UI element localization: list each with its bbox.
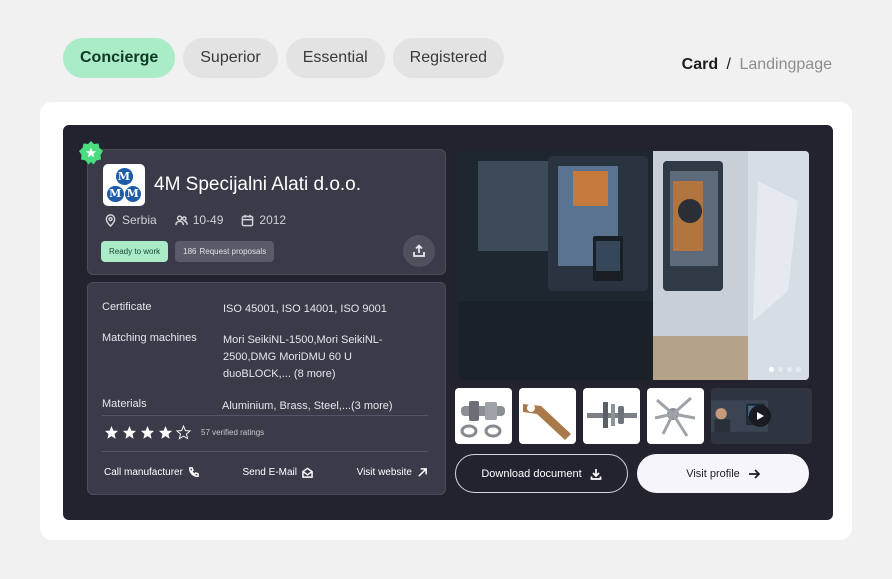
divider xyxy=(102,451,428,452)
breadcrumb-link-landingpage[interactable]: Landingpage xyxy=(739,56,832,73)
founded-text: 2012 xyxy=(259,213,287,227)
featured-star-badge-icon xyxy=(78,140,104,166)
star-empty-icon xyxy=(176,425,191,440)
machines-value: Mori SeikiNL-1500,Mori SeikiNL-2500,DMG … xyxy=(223,334,383,380)
certificate-value: ISO 45001, ISO 14001, ISO 9001 xyxy=(223,303,387,315)
tier-tabs: Concierge Superior Essential Registered xyxy=(63,38,505,78)
breadcrumb: Card / Landingpage xyxy=(682,56,832,74)
thumbnail-1[interactable] xyxy=(455,388,512,444)
breadcrumb-separator: / xyxy=(726,56,731,73)
pagination-dot[interactable] xyxy=(769,367,774,372)
cnc-machine-image xyxy=(458,151,809,380)
send-email-link[interactable]: Send E-Mail xyxy=(243,467,313,478)
logo-letter: M xyxy=(124,185,141,202)
gallery-main-image[interactable] xyxy=(458,151,809,380)
mail-icon xyxy=(302,467,313,478)
phone-icon xyxy=(189,467,199,477)
tab-concierge[interactable]: Concierge xyxy=(63,38,176,78)
email-label: Send E-Mail xyxy=(242,467,297,478)
breadcrumb-current: Card xyxy=(681,56,719,73)
external-arrow-icon xyxy=(418,468,427,477)
tab-essential[interactable]: Essential xyxy=(285,38,385,78)
proposals-count: 186 xyxy=(183,247,197,256)
company-header-panel: M M M 4M Specijalni Alati d.o.o. Serbia … xyxy=(87,149,446,275)
thumbnail-2[interactable] xyxy=(519,388,576,444)
download-icon xyxy=(590,468,601,480)
gallery-pagination xyxy=(769,367,801,372)
brass-part-image xyxy=(523,404,571,440)
thumbnail-4[interactable] xyxy=(647,388,704,444)
meta-country: Serbia xyxy=(104,213,157,227)
download-label: Download document xyxy=(481,467,582,480)
gallery-thumbnails xyxy=(455,388,812,444)
share-upload-icon xyxy=(413,244,425,257)
pagination-dot[interactable] xyxy=(796,367,801,372)
bearing-parts-image xyxy=(460,401,505,438)
download-document-button[interactable]: Download document xyxy=(455,454,628,493)
people-icon xyxy=(174,214,188,225)
play-icon xyxy=(757,412,764,420)
meta-employees: 10-49 xyxy=(174,213,224,227)
status-badges: Ready to work 186 Request proposals xyxy=(101,241,275,262)
divider xyxy=(102,415,428,416)
visit-website-link[interactable]: Visit website xyxy=(357,467,428,478)
logo-letter: M xyxy=(107,185,124,202)
shaft-assembly-image xyxy=(587,402,637,428)
star-filled-icon xyxy=(104,425,119,439)
tab-registered[interactable]: Registered xyxy=(392,38,505,78)
pagination-dot[interactable] xyxy=(787,367,792,372)
arrow-right-icon xyxy=(748,468,760,479)
meta-founded: 2012 xyxy=(241,213,286,227)
proposals-badge: 186 Request proposals xyxy=(175,241,275,262)
pagination-dot[interactable] xyxy=(778,367,783,372)
call-label: Call manufacturer xyxy=(104,467,183,478)
thumbnail-3[interactable] xyxy=(583,388,640,444)
star-filled-icon xyxy=(158,425,173,439)
thumbnail-video[interactable] xyxy=(711,388,812,444)
bolts-image xyxy=(654,396,696,437)
machines-label: Matching machines xyxy=(102,332,197,344)
rating-stars: 57 verified ratings xyxy=(104,425,264,440)
proposals-label: Request proposals xyxy=(199,247,267,256)
materials-value: Aluminium, Brass, Steel,...(3 more) xyxy=(222,400,393,412)
ratings-count: 57 verified ratings xyxy=(201,428,265,437)
website-label: Visit website xyxy=(356,467,412,478)
visit-profile-button[interactable]: Visit profile xyxy=(637,454,809,493)
call-manufacturer-link[interactable]: Call manufacturer xyxy=(104,467,199,478)
star-filled-icon xyxy=(122,425,137,439)
share-button[interactable] xyxy=(403,235,435,267)
logo-letter: M xyxy=(115,168,133,185)
location-pin-icon xyxy=(105,213,116,227)
tab-superior[interactable]: Superior xyxy=(183,38,278,78)
star-filled-icon xyxy=(140,425,155,439)
status-badge-ready: Ready to work xyxy=(101,241,169,262)
company-meta: Serbia 10-49 2012 xyxy=(104,213,286,227)
employees-text: 10-49 xyxy=(192,213,224,227)
company-details-panel: Certificate ISO 45001, ISO 14001, ISO 90… xyxy=(87,282,446,495)
company-logo: M M M xyxy=(103,164,145,206)
profile-label: Visit profile xyxy=(686,467,740,480)
country-text: Serbia xyxy=(122,213,157,227)
materials-label: Materials xyxy=(102,398,147,410)
calendar-icon xyxy=(242,214,254,226)
contact-actions: Call manufacturer Send E-Mail Visit webs… xyxy=(104,467,428,478)
company-name[interactable]: 4M Specijalni Alati d.o.o. xyxy=(154,174,361,196)
play-button[interactable] xyxy=(749,405,771,427)
certificate-label: Certificate xyxy=(102,301,152,313)
